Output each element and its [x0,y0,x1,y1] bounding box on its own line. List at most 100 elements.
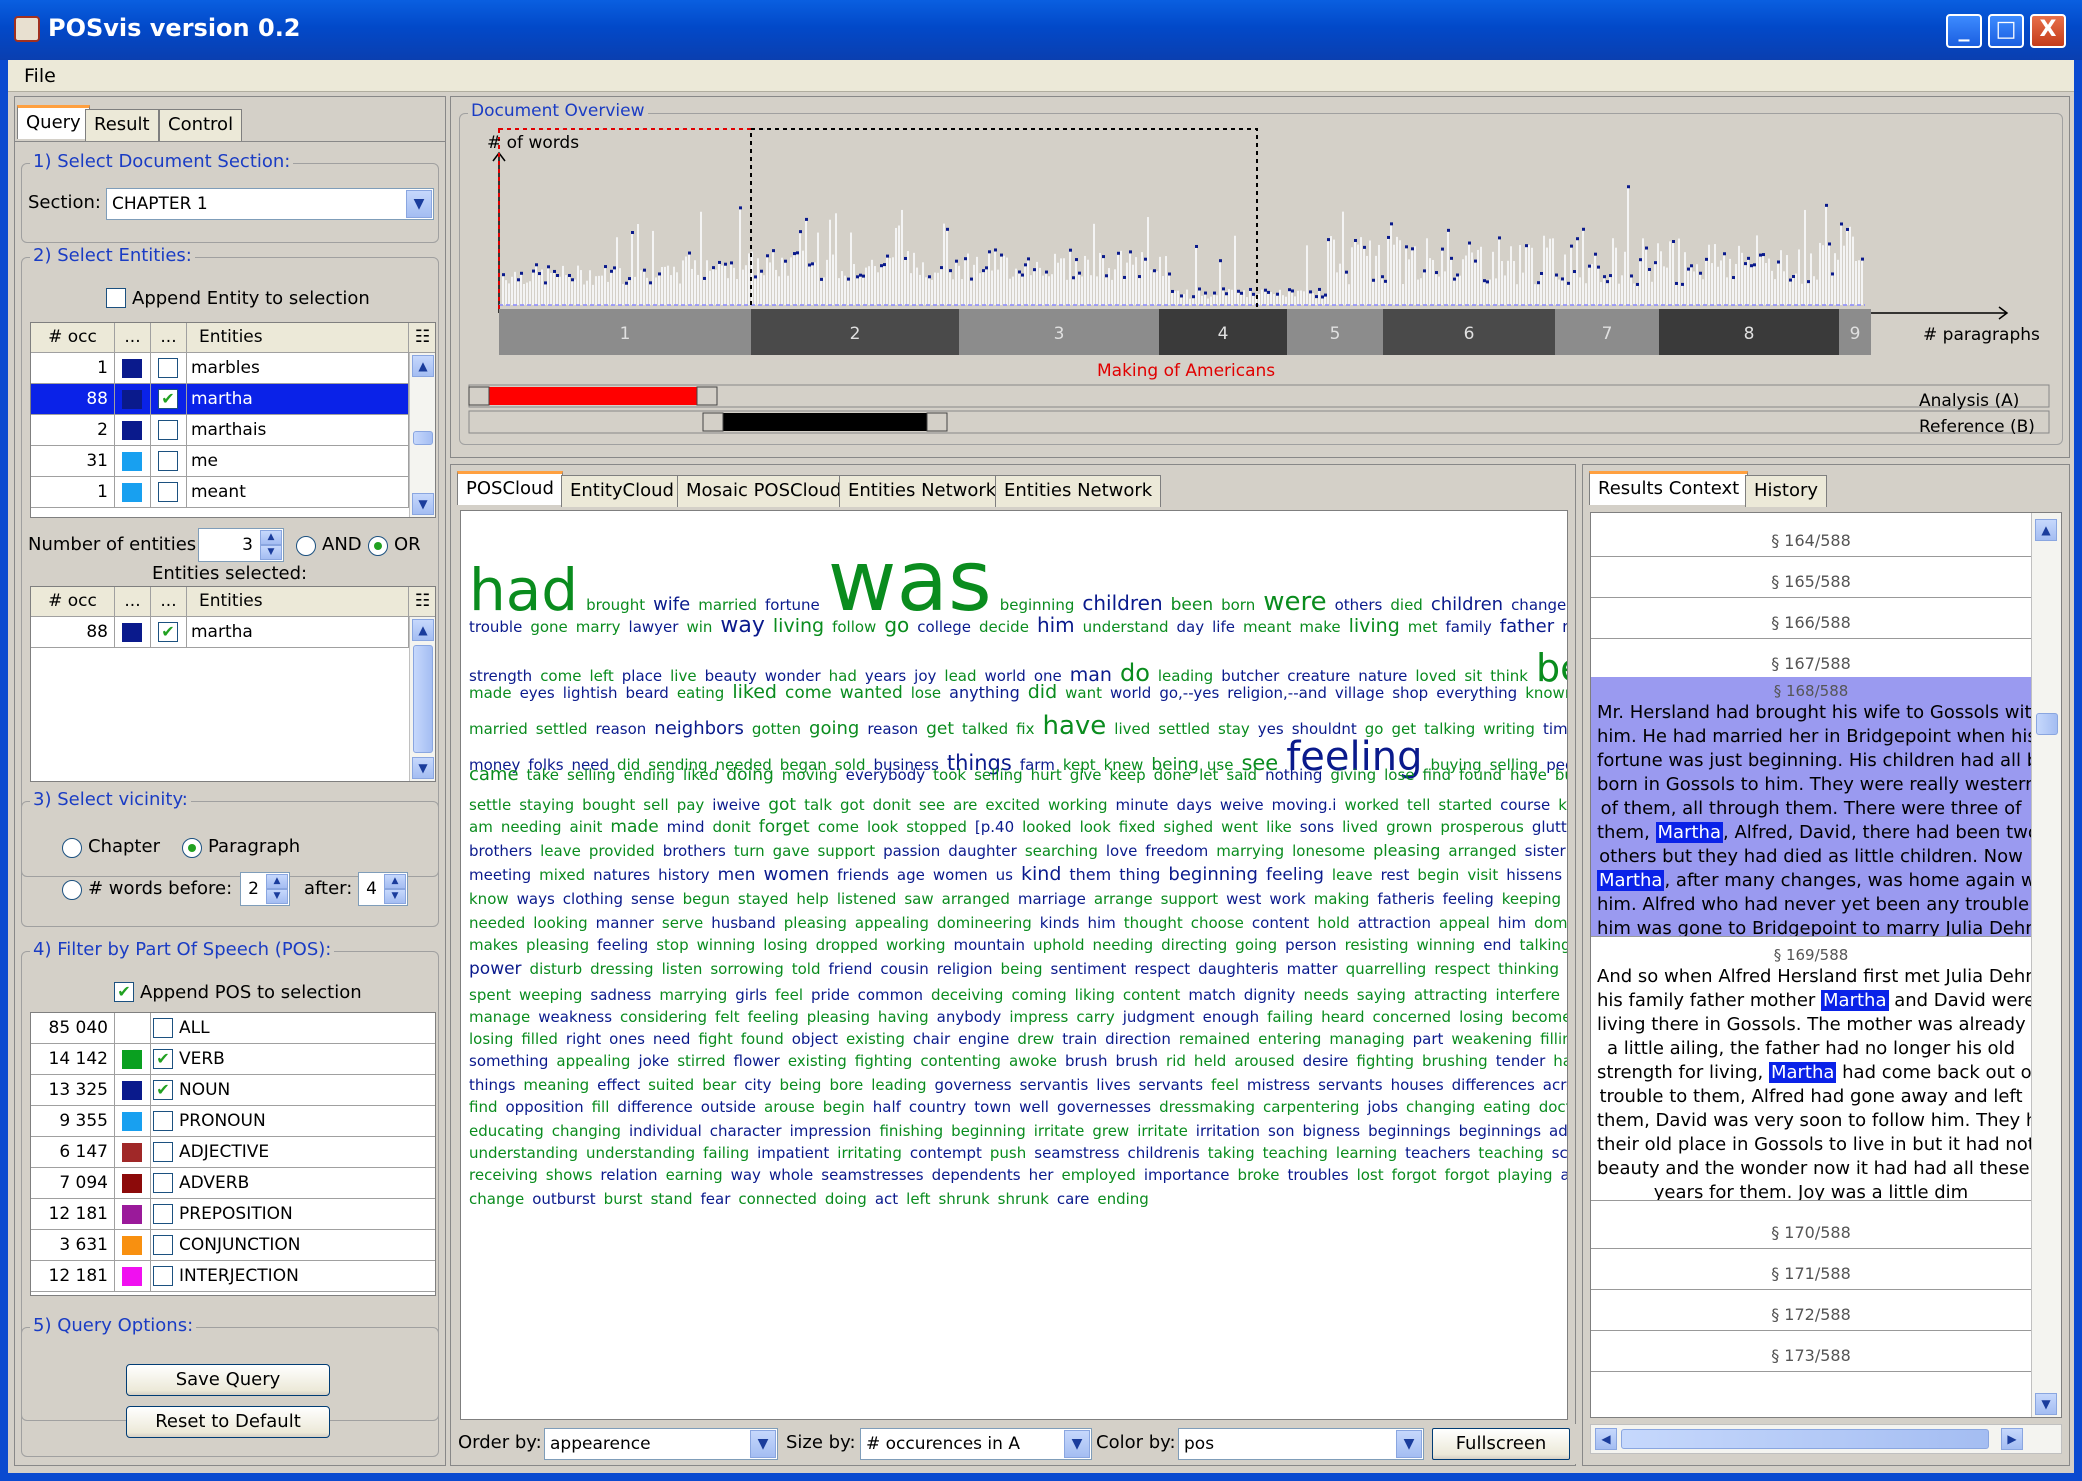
cloud-word[interactable]: anybody [937,1010,1002,1025]
cloud-word[interactable]: liked [732,683,777,702]
cloud-word[interactable]: worked [1344,798,1399,813]
analysis-range-fill[interactable] [489,387,697,405]
cloud-word[interactable]: feeling [748,1010,799,1025]
cloud-word[interactable]: freedom [1145,844,1208,859]
entity-checkbox[interactable] [158,451,178,471]
cloud-word[interactable]: lived [1114,722,1150,737]
cloud-word[interactable]: winning [1417,938,1476,953]
cloud-word[interactable]: outburst [532,1192,595,1207]
cloud-word[interactable]: respect [1434,962,1490,977]
cloud-word[interactable]: married [469,722,528,737]
cloud-word[interactable]: lose [911,686,941,701]
cloud-word[interactable]: changing [552,1124,621,1139]
cloud-word[interactable]: beginning [1000,598,1075,613]
tab-control[interactable]: Control [159,109,243,141]
cloud-word[interactable]: arranged [942,892,1010,907]
append-entity-checkbox[interactable] [106,288,126,308]
cloud-word[interactable]: thing [1119,867,1160,883]
cloud-word[interactable]: weive [1220,798,1264,813]
scroll-up-icon[interactable]: ▲ [412,355,434,377]
cloud-word[interactable]: thinking [1498,962,1559,977]
cloud-word[interactable]: carpentering [1263,1100,1359,1115]
order-by-select[interactable]: appearence ▼ [544,1428,778,1460]
cloud-word[interactable]: joke [638,1054,669,1069]
cloud-word[interactable]: bigness [1303,1124,1361,1139]
cloud-word[interactable]: become [1511,1010,1567,1025]
result-paragraph[interactable]: § 172/588 [1591,1293,2031,1331]
cloud-word[interactable]: be [1536,649,1567,687]
cloud-word[interactable]: rest [1381,868,1410,883]
cloud-word[interactable]: got [768,797,796,814]
cloud-word[interactable]: women [933,868,988,883]
cloud-word[interactable]: live [670,669,696,684]
cloud-word[interactable]: lonesome [1292,844,1365,859]
cloud-word[interactable]: mistress [1247,1078,1310,1093]
cloud-word[interactable]: go [884,615,909,635]
cloud-word[interactable]: made [469,686,512,701]
pos-checkbox[interactable] [153,1266,173,1286]
cloud-word[interactable]: look [1080,820,1111,835]
cloud-word[interactable]: saying [1357,988,1406,1003]
cloud-word[interactable]: mountain [954,938,1026,953]
cloud-word[interactable]: leading [1158,669,1213,684]
cloud-word[interactable]: weakness [538,1010,612,1025]
table-row[interactable]: 3 631 CONJUNCTION [31,1230,435,1261]
cloud-word[interactable]: go,--yes [1159,686,1219,701]
cloud-word[interactable]: appealing [855,916,929,931]
cloud-word[interactable]: needing [1092,938,1153,953]
cloud-word[interactable]: forgot [1392,1168,1437,1183]
result-paragraph[interactable]: § 167/588 [1591,642,2031,680]
cloud-word[interactable]: doing [726,767,773,784]
cloud-word[interactable]: moving.i [1272,798,1337,813]
cloud-word[interactable]: wife [653,596,690,614]
cloud-word[interactable]: stop [656,938,688,953]
cloud-word[interactable]: bear [702,1078,736,1093]
range-handle[interactable] [702,412,724,432]
cloud-word[interactable]: drew [1017,1032,1054,1047]
cloud-word[interactable]: begin [1417,868,1459,883]
cloud-word[interactable]: pay [677,798,705,813]
cloud-word[interactable]: burst [604,1192,643,1207]
cloud-word[interactable]: pride [811,988,850,1003]
cloud-word[interactable]: sit [1464,669,1482,684]
cloud-word[interactable]: arouse [764,1100,815,1115]
cloud-word[interactable]: make [1299,620,1340,635]
cloud-word[interactable]: win [686,620,712,635]
scroll-thumb[interactable] [1621,1429,1989,1449]
scroll-down-icon[interactable]: ▼ [412,757,434,779]
cloud-word[interactable]: sadness [590,988,651,1003]
cloud-word[interactable]: clothing [563,892,623,907]
cloud-word[interactable]: desire [1303,1054,1349,1069]
cloud-word[interactable]: years [865,669,906,684]
cloud-word[interactable]: hold [1317,916,1349,931]
spin-down-icon[interactable]: ▼ [384,889,406,904]
cloud-word[interactable]: leave [540,844,581,859]
cloud-word[interactable]: friends [837,868,889,883]
cloud-word[interactable]: beginnings [1368,1124,1450,1139]
pos-checkbox[interactable] [153,1173,173,1193]
col-check[interactable]: ... [151,587,187,617]
cloud-word[interactable]: differences [1452,1078,1535,1093]
cloud-word[interactable]: provided [589,844,655,859]
cloud-word[interactable]: yes [1258,722,1284,737]
cloud-word[interactable]: had [469,561,578,619]
cloud-word[interactable]: donit [712,820,750,835]
cloud-word[interactable]: impression [790,1124,872,1139]
cloud-word[interactable]: children [1082,593,1162,613]
cloud-word[interactable]: fight [698,1032,732,1047]
cloud-word[interactable]: came [469,766,519,784]
col-entities[interactable]: Entities [187,587,409,617]
cloud-word[interactable]: pleasing [784,916,847,931]
cloud-word[interactable]: reason [596,722,647,737]
cloud-word[interactable]: have [1043,713,1107,739]
cloud-word[interactable]: fixed [1119,820,1156,835]
cloud-word[interactable]: going [1235,938,1277,953]
table-row[interactable]: 1 marbles [31,353,409,384]
cloud-word[interactable]: appealing [556,1054,630,1069]
cloud-word[interactable]: teaching [1478,1146,1543,1161]
cloud-word[interactable]: talked [962,722,1008,737]
cloud-word[interactable]: carry [1076,1010,1114,1025]
cloud-word[interactable]: stay [1218,722,1250,737]
cloud-word[interactable]: pleasing [807,1010,870,1025]
cloud-word[interactable]: listen [662,962,703,977]
